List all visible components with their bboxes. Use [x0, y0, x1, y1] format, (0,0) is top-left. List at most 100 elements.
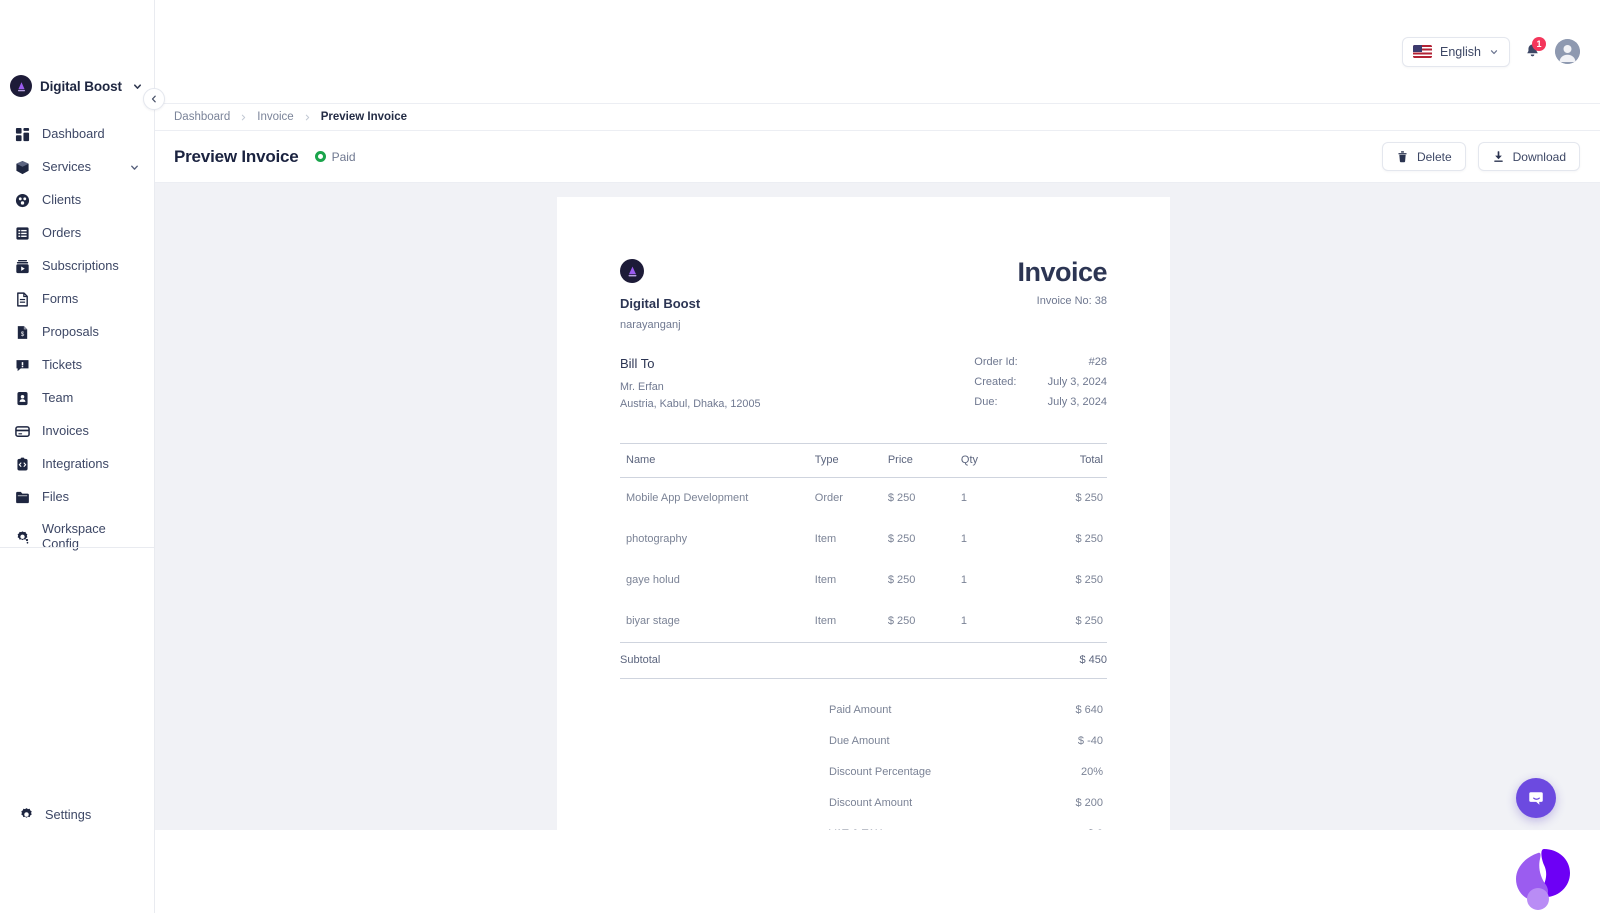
download-icon — [1492, 150, 1505, 163]
us-flag-icon — [1413, 45, 1432, 58]
item-qty: 1 — [961, 560, 1029, 601]
sidebar-item-subscriptions[interactable]: Subscriptions — [0, 250, 154, 283]
sidebar-item-label: Forms — [42, 292, 78, 307]
breadcrumb-item-preview-invoice: Preview Invoice — [321, 111, 407, 123]
subscriptions-icon — [14, 258, 31, 275]
item-name: biyar stage — [620, 601, 815, 643]
chevron-left-icon — [149, 94, 159, 104]
sidebar-collapse-button[interactable] — [143, 88, 165, 110]
workspace-switcher[interactable]: Digital Boost — [0, 66, 154, 106]
invoice-meta-key: Due: — [974, 396, 1047, 416]
sidebar-item-invoices[interactable]: Invoices — [0, 415, 154, 448]
chevron-right-icon — [239, 113, 248, 122]
sidebar-item-label: Integrations — [42, 457, 109, 472]
notification-count-badge: 1 — [1532, 37, 1546, 51]
download-button-label: Download — [1513, 150, 1566, 164]
breadcrumb: Dashboard Invoice Preview Invoice — [155, 103, 1600, 131]
bill-to-name: Mr. Erfan — [620, 380, 760, 396]
totals-row: Paid Amount $ 640 — [829, 695, 1107, 726]
sidebar-item-services[interactable]: Services — [0, 151, 154, 184]
sidebar-item-files[interactable]: Files — [0, 481, 154, 514]
download-button[interactable]: Download — [1478, 142, 1580, 171]
notifications-button[interactable]: 1 — [1524, 43, 1541, 60]
invoice-company-address: narayanganj — [620, 319, 700, 331]
invoice-meta-value: July 3, 2024 — [1048, 396, 1107, 416]
content-area: Digital Boost narayanganj Invoice Invoic… — [155, 183, 1600, 830]
sidebar-divider — [0, 547, 155, 548]
chevron-down-icon — [132, 81, 143, 92]
proposals-icon: $ — [14, 324, 31, 341]
invoice-items-head: Name Type Price Qty Total — [620, 444, 1107, 478]
integrations-icon — [14, 456, 31, 473]
invoice-document: Digital Boost narayanganj Invoice Invoic… — [557, 197, 1170, 830]
totals-key: Due Amount — [829, 726, 1041, 757]
language-label: English — [1440, 45, 1481, 59]
orders-icon — [14, 225, 31, 242]
avatar[interactable] — [1555, 39, 1580, 64]
sidebar-item-label: Tickets — [42, 358, 82, 373]
sidebar-item-clients[interactable]: Clients — [0, 184, 154, 217]
delete-button[interactable]: Delete — [1382, 142, 1466, 171]
sidebar-item-label: Proposals — [42, 325, 99, 340]
sidebar-item-dashboard[interactable]: Dashboard — [0, 118, 154, 151]
sidebar-item-workspace-config[interactable]: Workspace Config — [0, 514, 154, 560]
sidebar-item-label: Invoices — [42, 424, 89, 439]
invoice-meta-key: Order Id: — [974, 356, 1047, 376]
status-badge: Paid — [315, 150, 356, 164]
breadcrumb-item-invoice[interactable]: Invoice — [257, 111, 293, 123]
sidebar-item-integrations[interactable]: Integrations — [0, 448, 154, 481]
invoice-title: Invoice — [1017, 259, 1107, 286]
workspace-name: Digital Boost — [40, 79, 122, 94]
totals-row: VAT & TAX $ 0 — [829, 819, 1107, 830]
sidebar-item-forms[interactable]: Forms — [0, 283, 154, 316]
sidebar-item-tickets[interactable]: Tickets — [0, 349, 154, 382]
chevron-down-icon — [129, 162, 140, 173]
invoice-items-table: Name Type Price Qty Total Mobile App Dev… — [620, 443, 1107, 679]
invoice-meta-value: July 3, 2024 — [1048, 376, 1107, 396]
totals-value: $ 640 — [1041, 695, 1107, 726]
item-qty: 1 — [961, 519, 1029, 560]
table-row: photography Item $ 250 1 $ 250 — [620, 519, 1107, 560]
sidebar: Digital Boost Dashboard Services — [0, 0, 155, 913]
totals-key: Paid Amount — [829, 695, 1041, 726]
invoice-title-block: Invoice Invoice No: 38 — [1017, 259, 1107, 307]
invoice-issuer: Digital Boost narayanganj — [620, 259, 700, 331]
chat-widget-button[interactable] — [1516, 778, 1556, 818]
dashboard-icon — [14, 126, 31, 143]
sidebar-item-label: Services — [42, 160, 91, 175]
subtotal-label: Subtotal — [620, 643, 815, 679]
sidebar-item-label: Subscriptions — [42, 259, 119, 274]
totals-value: $ 0 — [1041, 819, 1107, 830]
sidebar-item-label: Files — [42, 490, 69, 505]
status-label: Paid — [332, 150, 356, 164]
language-selector[interactable]: English — [1402, 37, 1510, 67]
totals-key: Discount Percentage — [829, 757, 1041, 788]
column-header-qty: Qty — [961, 444, 1029, 478]
user-avatar-icon — [1555, 39, 1580, 64]
item-price: $ 250 — [888, 601, 961, 643]
status-dot-icon — [315, 151, 326, 162]
breadcrumb-item-dashboard[interactable]: Dashboard — [174, 111, 230, 123]
item-price: $ 250 — [888, 560, 961, 601]
totals-key: VAT & TAX — [829, 819, 1041, 830]
tickets-icon — [14, 357, 31, 374]
invoice-meta-key: Created: — [974, 376, 1047, 396]
clients-icon — [14, 192, 31, 209]
files-icon — [14, 489, 31, 506]
invoice-items-body: Mobile App Development Order $ 250 1 $ 2… — [620, 478, 1107, 679]
column-header-price: Price — [888, 444, 961, 478]
sidebar-item-orders[interactable]: Orders — [0, 217, 154, 250]
sidebar-item-proposals[interactable]: $ Proposals — [0, 316, 154, 349]
item-type: Item — [815, 519, 888, 560]
table-header-row: Name Type Price Qty Total — [620, 444, 1107, 478]
bill-to-address: Austria, Kabul, Dhaka, 12005 — [620, 397, 760, 413]
app-root: Digital Boost Dashboard Services — [0, 0, 1600, 913]
invoice-meta-value: #28 — [1048, 356, 1107, 376]
item-price: $ 250 — [888, 519, 961, 560]
column-header-total: Total — [1029, 444, 1107, 478]
item-total: $ 250 — [1029, 519, 1107, 560]
sidebar-item-team[interactable]: Team — [0, 382, 154, 415]
box-icon — [14, 159, 31, 176]
item-price: $ 250 — [888, 478, 961, 520]
sidebar-item-settings[interactable]: Settings — [0, 800, 155, 828]
